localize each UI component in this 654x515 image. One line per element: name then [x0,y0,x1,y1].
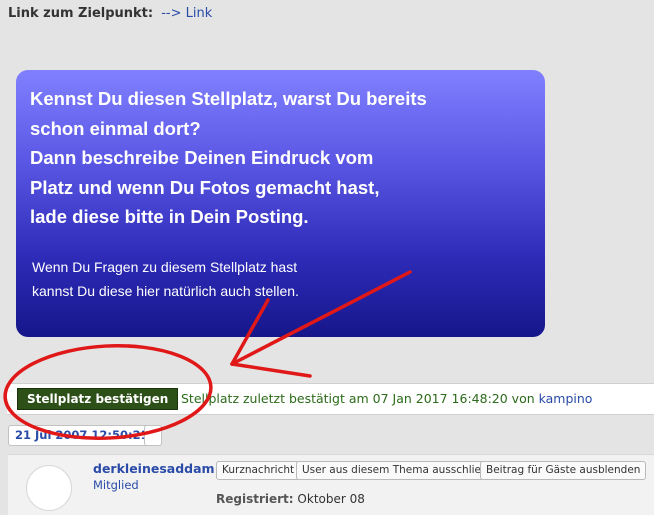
confirm-bar: Stellplatz bestätigen Stellplatz zuletzt… [7,383,654,415]
avatar[interactable] [26,465,72,511]
target-link-row: Link zum Zielpunkt: --> Link [8,6,212,21]
banner-subtext-line: kannst Du diese hier natürlich auch stel… [32,282,299,299]
info-banner: Kennst Du diesen Stellplatz, warst Du be… [16,70,545,337]
post-date[interactable]: 21 Jul 2007 12:50:21 [8,425,156,446]
confirm-spot-button[interactable]: Stellplatz bestätigen [17,388,179,410]
post-user-role: Mitglied [93,478,139,492]
banner-heading-line: lade diese bitte in Dein Posting. [30,206,309,228]
exclude-user-button[interactable]: User aus diesem Thema ausschließen [296,461,507,480]
post-username[interactable]: derkleinesaddam [93,461,215,476]
banner-heading: Kennst Du diesen Stellplatz, warst Du be… [30,84,550,232]
scroll-up-button[interactable]: ^ [144,425,162,446]
banner-heading-line: schon einmal dort? [30,117,201,139]
banner-heading-line: Dann beschreibe Deinen Eindruck vom [30,147,374,169]
banner-heading-line: Platz und wenn Du Fotos gemacht hast, [30,176,380,198]
confirm-status: Stellplatz zuletzt bestätigt am 07 Jan 2… [181,391,592,406]
registered-value: Oktober 08 [297,492,365,506]
banner-heading-line: Kennst Du diesen Stellplatz, warst Du be… [30,88,427,109]
confirm-user-link[interactable]: kampino [539,391,593,406]
target-link[interactable]: --> Link [161,6,212,21]
private-message-button[interactable]: Kurznachricht [216,461,301,480]
registered-info: Registriert: Oktober 08 [216,492,365,506]
banner-subtext-line: Wenn Du Fragen zu diesem Stellplatz hast [32,258,298,275]
hide-from-guests-button[interactable]: Beitrag für Gäste ausblenden [480,461,647,480]
post: derkleinesaddam Mitglied Kurznachricht U… [8,454,654,515]
registered-label: Registriert: [216,492,294,506]
arrow-head-lower [230,362,312,378]
target-link-label: Link zum Zielpunkt: [8,6,154,21]
banner-subtext: Wenn Du Fragen zu diesem Stellplatz hast… [32,255,545,303]
confirm-status-text: Stellplatz zuletzt bestätigt am 07 Jan 2… [181,391,539,406]
